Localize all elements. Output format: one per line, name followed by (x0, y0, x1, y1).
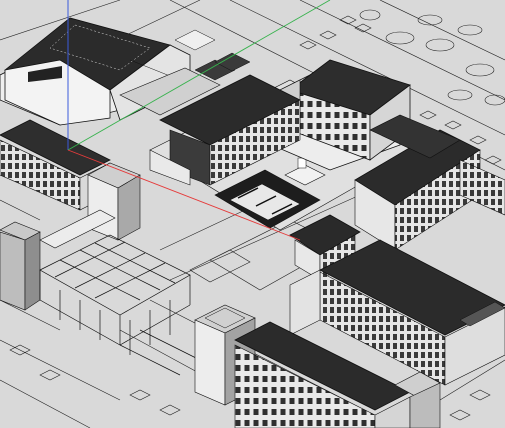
modeling-viewport[interactable] (0, 0, 505, 428)
left-low-block (0, 209, 116, 311)
pergola-frame (39, 234, 201, 376)
3d-scene-canvas[interactable] (0, 0, 505, 428)
